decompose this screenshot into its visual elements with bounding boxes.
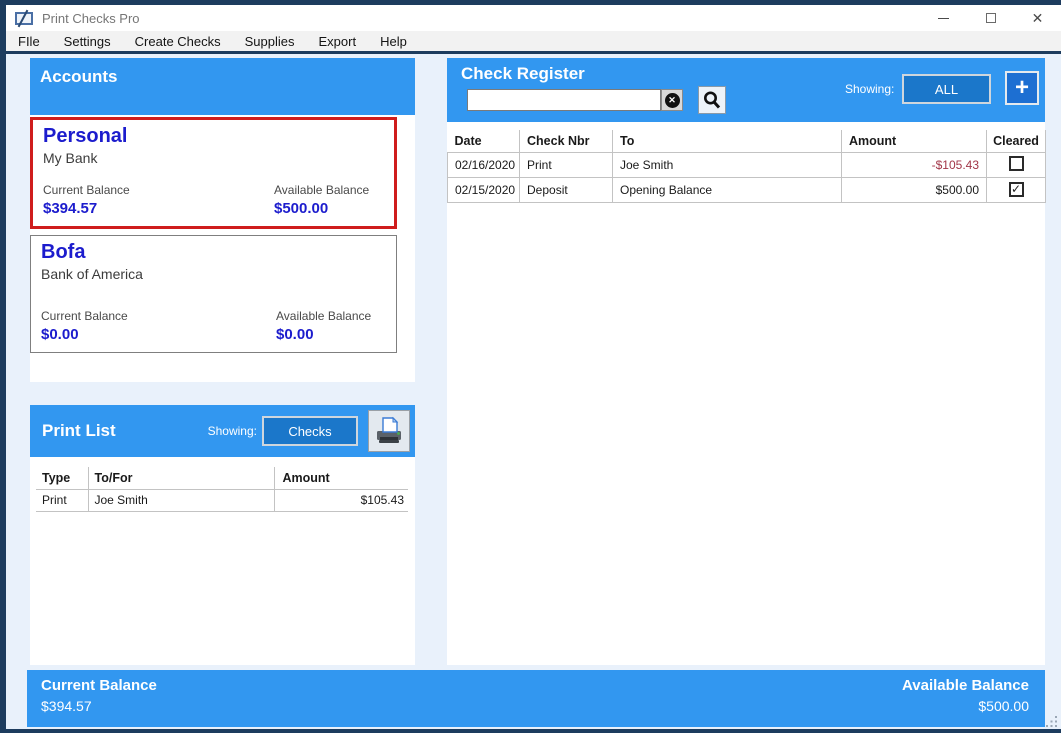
current-balance-value: $394.57 <box>43 200 130 217</box>
register-row[interactable]: 02/16/2020 Print Joe Smith -$105.43 <box>448 152 1046 177</box>
search-button[interactable] <box>698 86 726 114</box>
search-icon <box>702 90 722 110</box>
cell-amount: -$105.43 <box>842 152 987 177</box>
print-list-table: Type To/For Amount Print Joe Smith $105.… <box>36 467 408 512</box>
window-controls: ✕ <box>920 5 1061 31</box>
window-border-bottom <box>0 729 1061 733</box>
available-balance-value: $500.00 <box>274 200 380 217</box>
title-bar: Print Checks Pro ✕ <box>6 5 1061 31</box>
accounts-title: Accounts <box>40 67 415 87</box>
available-balance-label: Available Balance <box>276 309 382 323</box>
add-transaction-button[interactable]: + <box>1005 71 1039 105</box>
print-list-title: Print List <box>42 421 116 441</box>
account-card-bofa[interactable]: Bofa Bank of America Current Balance $0.… <box>30 235 397 353</box>
print-list-header-row: Type To/For Amount <box>36 467 408 489</box>
available-balance-value: $0.00 <box>276 326 382 343</box>
footer-balance-bar: Current Balance $394.57 Available Balanc… <box>27 670 1045 727</box>
account-balances: Current Balance $0.00 Available Balance … <box>41 309 382 343</box>
menu-create-checks[interactable]: Create Checks <box>123 31 233 51</box>
printer-icon <box>373 415 405 447</box>
col-header-date: Date <box>448 130 520 152</box>
app-icon <box>15 12 33 25</box>
col-header-to-for: To/For <box>88 467 274 489</box>
cell-cleared <box>987 177 1046 202</box>
menu-supplies[interactable]: Supplies <box>233 31 307 51</box>
col-header-amount: Amount <box>274 467 408 489</box>
print-button[interactable] <box>368 410 410 452</box>
app-window: Print Checks Pro ✕ FIle Settings Create … <box>0 0 1061 733</box>
cell-check-nbr: Print <box>520 152 613 177</box>
print-list-showing-label: Showing: <box>208 424 257 438</box>
cell-cleared <box>987 152 1046 177</box>
current-balance-label: Current Balance <box>43 183 130 197</box>
cell-date: 02/15/2020 <box>448 177 520 202</box>
col-header-to: To <box>613 130 842 152</box>
current-balance-label: Current Balance <box>41 309 128 323</box>
close-icon[interactable]: ✕ <box>1014 5 1061 31</box>
available-balance-label: Available Balance <box>274 183 380 197</box>
current-balance-value: $0.00 <box>41 326 128 343</box>
cell-to: Joe Smith <box>613 152 842 177</box>
register-showing-label: Showing: <box>845 74 894 104</box>
col-header-cleared: Cleared <box>987 130 1046 152</box>
cleared-checkbox[interactable] <box>1009 156 1024 171</box>
print-list-header: Print List Showing: Checks <box>30 405 415 457</box>
col-header-check-nbr: Check Nbr <box>520 130 613 152</box>
cell-check-nbr: Deposit <box>520 177 613 202</box>
menu-settings[interactable]: Settings <box>52 31 123 51</box>
clear-search-icon: ✕ <box>665 93 680 108</box>
maximize-icon[interactable] <box>967 5 1014 31</box>
cell-amount: $105.43 <box>274 489 408 511</box>
window-border-left <box>0 0 6 733</box>
search-input[interactable] <box>467 89 661 111</box>
resize-grip[interactable] <box>1045 715 1058 728</box>
cell-to: Opening Balance <box>613 177 842 202</box>
footer-current-label: Current Balance <box>41 677 157 694</box>
cell-date: 02/16/2020 <box>448 152 520 177</box>
account-bank: My Bank <box>43 150 394 166</box>
check-register-panel: Check Register ✕ Showing: ALL + Date Che… <box>447 58 1045 665</box>
print-list-panel: Print List Showing: Checks Type To/F <box>30 405 415 665</box>
check-register-header: Check Register ✕ Showing: ALL + <box>447 58 1045 122</box>
register-row[interactable]: 02/15/2020 Deposit Opening Balance $500.… <box>448 177 1046 202</box>
check-register-table: Date Check Nbr To Amount Cleared 02/16/2… <box>447 130 1046 203</box>
footer-available-value: $500.00 <box>902 698 1029 714</box>
menu-help[interactable]: Help <box>368 31 419 51</box>
account-name: Personal <box>43 125 394 148</box>
account-card-personal[interactable]: Personal My Bank Current Balance $394.57… <box>30 117 397 229</box>
cell-type: Print <box>36 489 88 511</box>
accounts-panel: Accounts Personal My Bank Current Balanc… <box>30 58 415 382</box>
menu-file[interactable]: FIle <box>6 31 52 51</box>
account-bank: Bank of America <box>41 266 396 282</box>
register-filter-button[interactable]: ALL <box>902 74 991 104</box>
minimize-icon[interactable] <box>920 5 967 31</box>
register-header-row: Date Check Nbr To Amount Cleared <box>448 130 1046 152</box>
account-name: Bofa <box>41 241 396 264</box>
menu-bar: FIle Settings Create Checks Supplies Exp… <box>6 31 1061 51</box>
menu-export[interactable]: Export <box>307 31 369 51</box>
col-header-amount: Amount <box>842 130 987 152</box>
col-header-type: Type <box>36 467 88 489</box>
cell-amount: $500.00 <box>842 177 987 202</box>
footer-current-balance: Current Balance $394.57 <box>41 677 157 727</box>
cell-to-for: Joe Smith <box>88 489 274 511</box>
footer-current-value: $394.57 <box>41 698 157 714</box>
footer-available-balance: Available Balance $500.00 <box>902 677 1029 727</box>
cleared-checkbox[interactable] <box>1009 182 1024 197</box>
footer-available-label: Available Balance <box>902 677 1029 694</box>
menu-separator <box>0 51 1061 54</box>
print-list-row[interactable]: Print Joe Smith $105.43 <box>36 489 408 511</box>
check-register-title: Check Register <box>461 64 585 84</box>
window-title: Print Checks Pro <box>42 11 140 26</box>
accounts-header: Accounts <box>30 58 415 115</box>
account-balances: Current Balance $394.57 Available Balanc… <box>43 183 380 217</box>
clear-search-button[interactable]: ✕ <box>661 89 683 111</box>
print-list-filter-button[interactable]: Checks <box>262 416 358 446</box>
